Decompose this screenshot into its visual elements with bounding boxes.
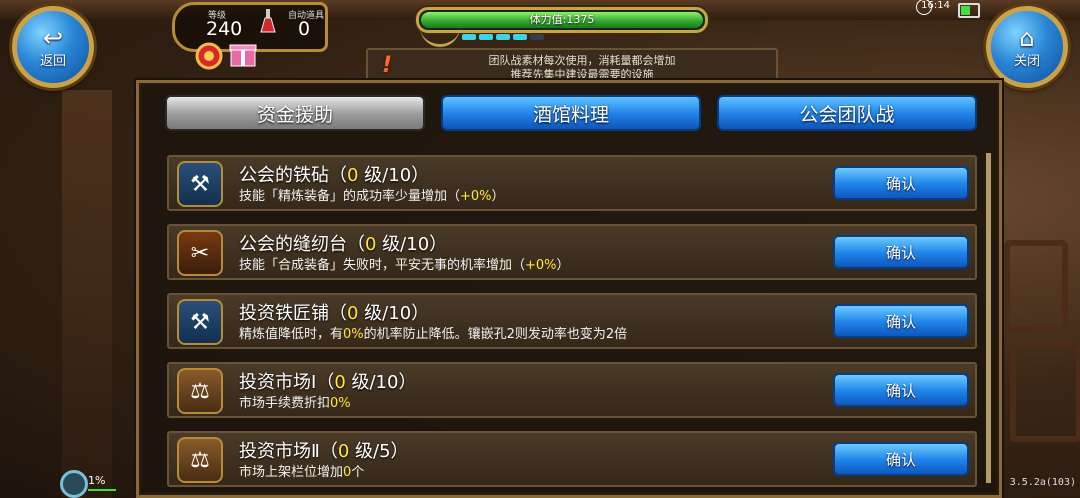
item-title: 公会的缝纫台（0 级/10） [239,234,448,255]
tab-label: 酒馆料理 [532,103,609,126]
notice-banner: ! 团队战素材每次使用，消耗量都会增加 推荐先集中建设最需要的设施 [366,48,778,84]
item-description: 技能「精炼装备」的成功率少量增加（+0%） [239,189,505,204]
item-description: 精炼值降低时，有0%的机率防止降低。镶嵌孔2则发动率也变为2倍 [239,327,628,342]
item-description: 市场上架栏位增加0个 [239,465,365,480]
alert-icon: ! [382,53,393,78]
back-label: 返回 [39,53,66,69]
level-value: 240 [206,18,243,40]
list-item: ⚖ 投资市场Ⅱ（0 级/5） 市场上架栏位增加0个 确认 [167,431,977,487]
clock-time: 16:14 [921,0,950,11]
tab-label: 公会团队战 [799,103,895,126]
background-pillar [62,90,112,498]
item-title: 投资市场Ⅰ（0 级/10） [239,372,417,393]
item-description: 技能「合成装备」失败时，平安无事的机率增加（+0%） [239,258,570,273]
gear-icon [60,470,88,498]
progress-percent: 1% [88,474,106,487]
market-icon: ⚖ [177,368,223,414]
medal-icon[interactable] [194,38,224,74]
pip [496,34,510,40]
player-info: 等级 240 自动道具 0 [172,2,342,74]
background-chair [1010,340,1080,442]
market-icon: ⚖ [177,437,223,483]
list-item: ⚒ 公会的铁砧（0 级/10） 技能「精炼装备」的成功率少量增加（+0%） 确认 [167,155,977,211]
sewing-table-icon: ✂ [177,230,223,276]
item-title: 投资市场Ⅱ（0 级/5） [239,441,409,462]
confirm-button[interactable]: 确认 [833,373,969,407]
stamina-text: 体力值:1375 [529,13,595,26]
background-chair [1004,240,1068,332]
battery-icon [958,3,980,18]
close-button[interactable]: ⌂ 关闭 [986,6,1068,88]
home-icon: ⌂ [1019,23,1035,52]
pip [530,34,544,40]
close-label: 关闭 [1013,53,1040,69]
anvil-icon: ⚒ [177,161,223,207]
auto-item-value: 0 [298,18,311,40]
item-title: 投资铁匠铺（0 级/10） [239,303,430,324]
item-description: 市场手续费折扣0% [239,396,351,411]
potion-icon [260,9,276,33]
list-item: ⚖ 投资市场Ⅰ（0 级/10） 市场手续费折扣0% 确认 [167,362,977,418]
progress-bar [88,489,116,491]
scrollbar[interactable] [986,153,991,483]
confirm-label: 确认 [885,174,916,193]
tab-tavern[interactable]: 酒馆料理 [441,95,701,131]
confirm-button[interactable]: 确认 [833,442,969,476]
version-label: 3.5.2a(103) [1009,477,1076,488]
list-item: ✂ 公会的缝纫台（0 级/10） 技能「合成装备」失败时，平安无事的机率增加（+… [167,224,977,280]
guild-facilities-panel: 资金援助 酒馆料理 公会团队战 ⚒ 公会的铁砧（0 级/10） 技能「精炼装备」… [136,80,1002,498]
pip [513,34,527,40]
stamina-pips [462,34,544,40]
list-item: ⚒ 投资铁匠铺（0 级/10） 精炼值降低时，有0%的机率防止降低。镶嵌孔2则发… [167,293,977,349]
back-button[interactable]: ↩ 返回 [12,6,94,88]
tab-guild-raid[interactable]: 公会团队战 [717,95,977,131]
confirm-button[interactable]: 确认 [833,304,969,338]
gift-icon[interactable] [228,38,258,68]
tab-label: 资金援助 [256,103,333,126]
pip [462,34,476,40]
back-arrow-icon: ↩ [42,23,64,52]
confirm-button[interactable]: 确认 [833,235,969,269]
confirm-label: 确认 [885,243,916,262]
item-title: 公会的铁砧（0 级/10） [239,165,430,186]
scrollbar-thumb[interactable] [986,153,991,483]
tab-funding[interactable]: 资金援助 [165,95,425,131]
stamina-ornament [420,26,460,47]
confirm-label: 确认 [885,450,916,469]
confirm-label: 确认 [885,381,916,400]
pip [479,34,493,40]
confirm-label: 确认 [885,312,916,331]
confirm-button[interactable]: 确认 [833,166,969,200]
anvil-icon: ⚒ [177,299,223,345]
